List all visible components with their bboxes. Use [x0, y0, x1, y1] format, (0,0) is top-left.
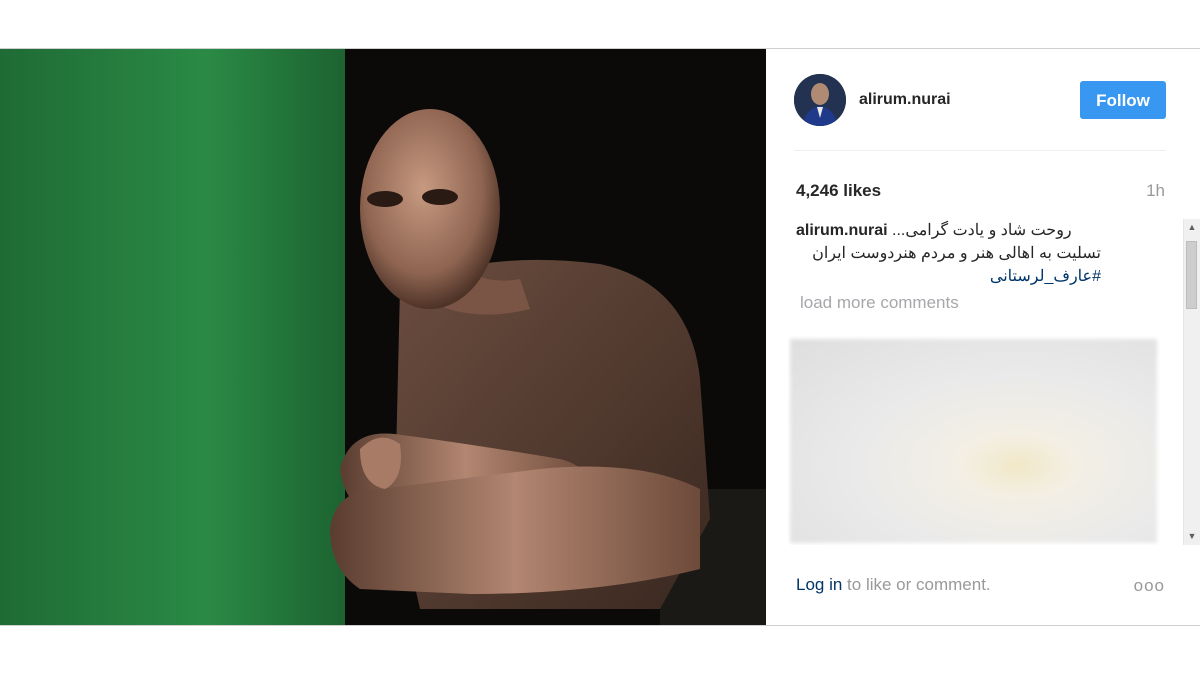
likes-count[interactable]: 4,246 likes [796, 181, 881, 201]
login-prompt-text: to like or comment. [842, 575, 991, 594]
more-options-icon[interactable]: ooo [1134, 576, 1165, 596]
blurred-comment-preview [790, 339, 1157, 543]
caption-line-2: تسلیت به اهالی هنر و مردم هنردوست ایران [812, 245, 1101, 262]
caption-line-1: alirum.nurai روحت شاد و یادت گرامی... [796, 219, 1101, 242]
comments-area: alirum.nurai روحت شاد و یادت گرامی... تس… [788, 219, 1180, 545]
header-divider [794, 150, 1166, 151]
post-photo[interactable] [0, 49, 766, 625]
comments-scrollbar[interactable]: ▲ ▼ [1183, 219, 1200, 545]
scroll-up-arrow-icon[interactable]: ▲ [1184, 219, 1200, 236]
avatar-image [794, 74, 846, 126]
post-photo-image [0, 49, 766, 625]
user-avatar[interactable] [794, 74, 846, 126]
post-caption: alirum.nurai روحت شاد و یادت گرامی... تس… [788, 219, 1101, 288]
scrollbar-thumb[interactable] [1186, 241, 1197, 309]
post-sidebar: alirum.nurai Follow 4,246 likes 1h aliru… [766, 49, 1200, 625]
load-more-comments-button[interactable]: load more comments [800, 293, 1180, 313]
caption-username[interactable]: alirum.nurai [796, 222, 888, 239]
caption-text-1: روحت شاد و یادت گرامی... [892, 222, 1072, 239]
post-username[interactable]: alirum.nurai [859, 91, 951, 109]
scroll-down-arrow-icon[interactable]: ▼ [1184, 528, 1200, 545]
login-prompt: Log in to like or comment. [796, 575, 991, 595]
follow-button[interactable]: Follow [1080, 81, 1166, 119]
post-timestamp[interactable]: 1h [1146, 181, 1165, 201]
post-header: alirum.nurai Follow [766, 49, 1200, 151]
login-link[interactable]: Log in [796, 575, 842, 594]
instagram-post: alirum.nurai Follow 4,246 likes 1h aliru… [0, 48, 1200, 626]
caption-hashtag[interactable]: #عارف_لرستانی [796, 265, 1101, 288]
